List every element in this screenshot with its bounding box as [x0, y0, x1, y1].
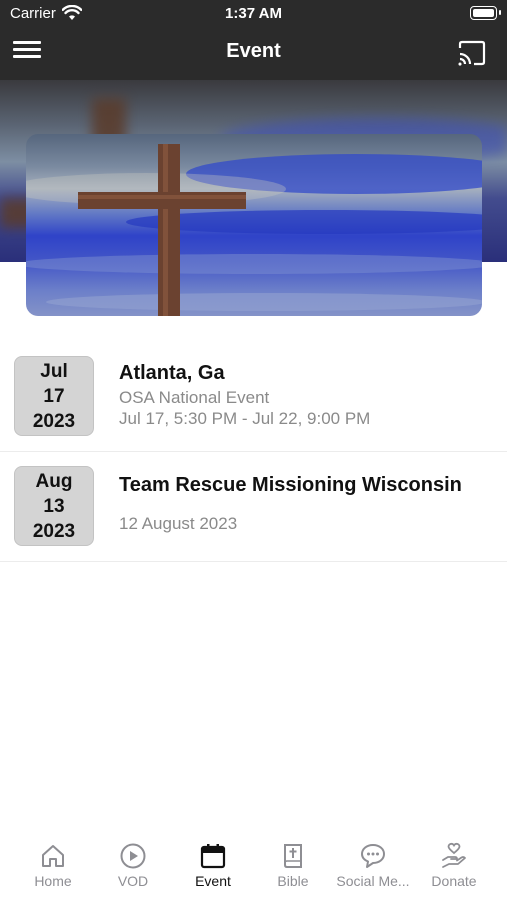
event-row[interactable]: Jul 17 2023 Atlanta, Ga OSA National Eve…: [0, 342, 507, 452]
event-month: Aug: [35, 470, 73, 492]
chat-bubble-icon: [361, 844, 385, 868]
event-date-badge: Jul 17 2023: [14, 356, 94, 436]
bible-icon: [284, 844, 302, 868]
event-subtitle: OSA National Event: [119, 388, 270, 407]
event-time: 12 August 2023: [119, 514, 238, 533]
tab-bible[interactable]: Bible: [253, 842, 333, 889]
tab-label: Bible: [277, 873, 309, 889]
tab-vod[interactable]: VOD: [93, 842, 173, 889]
donate-hand-icon: [442, 842, 466, 868]
battery-icon: [470, 6, 501, 20]
hero-cross-image: [26, 134, 482, 316]
tab-label: VOD: [117, 873, 149, 889]
hamburger-menu-icon[interactable]: [12, 38, 42, 64]
top-bar: Carrier 1:37 AM Event: [0, 0, 507, 80]
event-date-badge: Aug 13 2023: [14, 466, 94, 546]
event-day: 17: [43, 385, 65, 407]
tab-donate[interactable]: Donate: [414, 842, 494, 889]
event-list: Jul 17 2023 Atlanta, Ga OSA National Eve…: [0, 342, 507, 562]
home-icon: [42, 845, 64, 867]
page-title: Event: [226, 40, 281, 62]
event-year: 2023: [32, 410, 76, 432]
tab-social-media[interactable]: Social Me...: [333, 842, 413, 889]
event-day: 13: [43, 495, 65, 517]
navigation-bar: Event: [0, 28, 507, 80]
status-time: 1:37 AM: [225, 5, 282, 22]
play-circle-icon: [120, 843, 146, 869]
event-time: Jul 17, 5:30 PM - Jul 22, 9:00 PM: [119, 409, 371, 428]
tab-event[interactable]: Event: [173, 842, 253, 889]
tab-label: Home: [34, 873, 72, 889]
tab-label: Social Me...: [336, 873, 410, 889]
tab-label: Event: [195, 873, 231, 889]
calendar-icon: [200, 844, 226, 869]
event-row[interactable]: Aug 13 2023 Team Rescue Missioning Wisco…: [0, 452, 507, 562]
tab-label: Donate: [431, 873, 477, 889]
event-title: Team Rescue Missioning Wisconsin: [119, 474, 462, 496]
event-month: Jul: [40, 360, 68, 382]
status-bar: Carrier 1:37 AM: [0, 0, 507, 28]
tab-home[interactable]: Home: [13, 842, 93, 889]
event-title: Atlanta, Ga: [119, 362, 225, 384]
tab-bar: Home VOD Event Bible Social Me... Donate: [0, 832, 507, 900]
cast-icon[interactable]: [457, 40, 489, 66]
event-year: 2023: [32, 520, 76, 542]
